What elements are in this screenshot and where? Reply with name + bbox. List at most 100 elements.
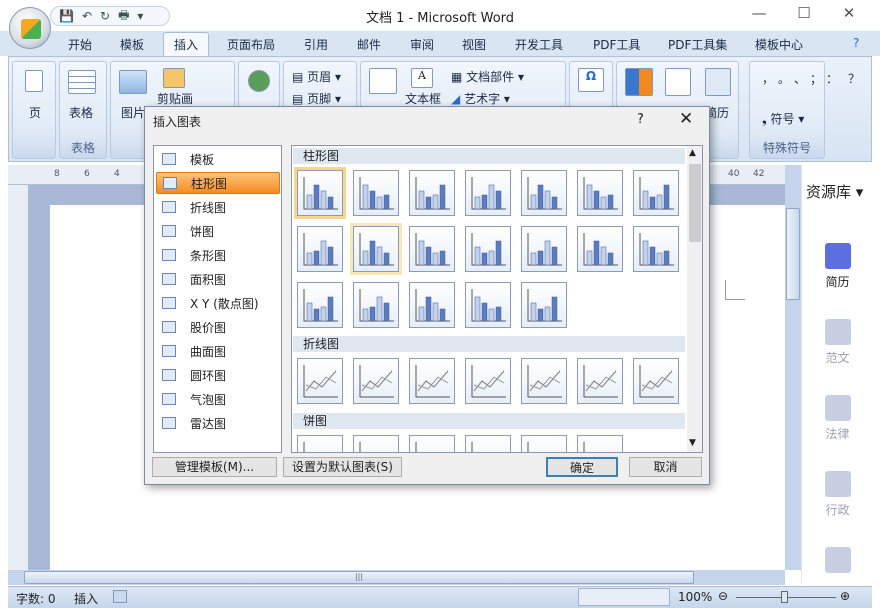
chart-category-item[interactable]: X Y (散点图) <box>156 292 280 314</box>
macro-icon[interactable] <box>113 590 127 603</box>
sidebar-item-law[interactable]: 法律 <box>802 395 873 442</box>
cancel-button[interactable]: 取消 <box>629 457 702 477</box>
tab-mailings[interactable]: 邮件 <box>357 36 381 53</box>
chart-type-thumbnail[interactable] <box>521 282 567 328</box>
chart-type-thumbnail[interactable] <box>409 226 455 272</box>
chart-type-thumbnail[interactable] <box>353 170 399 216</box>
chart-type-thumbnail[interactable] <box>577 435 623 452</box>
tab-template[interactable]: 模板 <box>120 36 144 53</box>
chart-type-thumbnail[interactable] <box>409 435 455 452</box>
chart-type-thumbnail[interactable] <box>521 358 567 404</box>
tab-review[interactable]: 审阅 <box>410 36 434 53</box>
scroll-up-icon[interactable]: ▲ <box>689 148 696 158</box>
tab-view[interactable]: 视图 <box>462 36 486 53</box>
chart-type-thumbnail[interactable] <box>297 435 343 452</box>
chart-category-item[interactable]: 饼图 <box>156 220 280 242</box>
chart-type-thumbnail[interactable] <box>409 282 455 328</box>
chart-type-thumbnail[interactable] <box>353 282 399 328</box>
insert-mode[interactable]: 插入 <box>74 590 98 607</box>
minimize-button[interactable]: — <box>744 4 774 22</box>
chart-type-thumbnail[interactable] <box>577 358 623 404</box>
tab-references[interactable]: 引用 <box>304 36 328 53</box>
chart-type-thumbnail[interactable] <box>577 226 623 272</box>
sidebar-item-more[interactable] <box>802 547 873 577</box>
chart-type-thumbnail[interactable] <box>465 282 511 328</box>
gallery-scroll-thumb[interactable] <box>689 164 701 242</box>
chart-type-thumbnail[interactable] <box>297 170 343 216</box>
chart-thumb-icon <box>527 365 562 398</box>
chart-type-thumbnail[interactable] <box>465 226 511 272</box>
zoom-slider-thumb[interactable] <box>781 591 788 603</box>
doc-parts-button[interactable]: ▦ 文档部件 ▾ <box>451 68 524 85</box>
view-buttons[interactable] <box>578 588 670 606</box>
tab-developer[interactable]: 开发工具 <box>515 36 563 53</box>
scroll-down-icon[interactable]: ▼ <box>689 438 696 448</box>
chart-type-thumbnail[interactable] <box>297 226 343 272</box>
chart-category-item[interactable]: 条形图 <box>156 244 280 266</box>
page-button[interactable]: 页 <box>29 104 41 121</box>
chart-category-item[interactable]: 曲面图 <box>156 340 280 362</box>
zoom-level[interactable]: 100% <box>678 590 712 604</box>
tab-pdf-tools[interactable]: PDF工具 <box>593 36 640 53</box>
footer-button[interactable]: ▤ 页脚 ▾ <box>292 90 341 107</box>
punctuation-buttons[interactable]: ，。、；：？ <box>762 70 860 87</box>
sidebar-item-resume[interactable]: 简历 <box>802 243 873 290</box>
chart-category-item[interactable]: 雷达图 <box>156 412 280 434</box>
chart-type-thumbnail[interactable] <box>465 358 511 404</box>
clipart-button[interactable]: 剪贴画 <box>157 90 193 107</box>
chart-category-item[interactable]: 柱形图 <box>156 172 280 194</box>
sidebar-item-admin[interactable]: 行政 <box>802 471 873 518</box>
chart-type-thumbnail[interactable] <box>353 226 399 272</box>
ok-button[interactable]: 确定 <box>546 457 618 477</box>
chart-type-thumbnail[interactable] <box>297 282 343 328</box>
dialog-help-button[interactable]: ? <box>637 112 644 127</box>
dialog-close-button[interactable]: ✕ <box>679 109 693 129</box>
sidebar-item-samples[interactable]: 范文 <box>802 319 873 366</box>
chart-type-thumbnail[interactable] <box>633 170 679 216</box>
chart-type-thumbnail[interactable] <box>521 226 567 272</box>
tab-insert[interactable]: 插入 <box>163 32 210 57</box>
chart-type-thumbnail[interactable] <box>353 358 399 404</box>
header-button[interactable]: ▤ 页眉 ▾ <box>292 68 341 85</box>
tab-page-layout[interactable]: 页面布局 <box>227 36 275 53</box>
chart-category-item[interactable]: 气泡图 <box>156 388 280 410</box>
chart-type-thumbnail[interactable] <box>633 358 679 404</box>
tab-pdf-toolset[interactable]: PDF工具集 <box>668 36 727 53</box>
maximize-button[interactable]: ☐ <box>789 4 819 22</box>
chart-category-item[interactable]: 折线图 <box>156 196 280 218</box>
manage-templates-button[interactable]: 管理模板(M)... <box>152 457 277 477</box>
chart-category-item[interactable]: 股价图 <box>156 316 280 338</box>
set-default-chart-button[interactable]: 设置为默认图表(S) <box>283 457 402 477</box>
chart-type-thumbnail[interactable] <box>521 435 567 452</box>
chart-category-item[interactable]: 模板 <box>156 148 280 170</box>
vertical-scroll-thumb[interactable] <box>786 208 800 300</box>
chart-category-label: 雷达图 <box>190 416 227 431</box>
help-icon[interactable]: ? <box>853 36 859 50</box>
chart-type-thumbnail[interactable] <box>465 170 511 216</box>
chart-category-item[interactable]: 圆环图 <box>156 364 280 386</box>
chart-type-thumbnail[interactable] <box>465 435 511 452</box>
chart-category-item[interactable]: 面积图 <box>156 268 280 290</box>
picture-button[interactable]: 图片 <box>121 104 145 121</box>
zoom-out-button[interactable]: ⊖ <box>718 589 728 603</box>
tab-template-center[interactable]: 模板中心 <box>755 36 803 53</box>
table-button[interactable]: 表格 <box>69 104 93 121</box>
textbox-button[interactable]: 文本框 <box>405 90 441 107</box>
chart-type-thumbnail[interactable] <box>297 358 343 404</box>
tab-home[interactable]: 开始 <box>68 36 92 53</box>
zoom-in-button[interactable]: ⊕ <box>840 589 850 603</box>
horizontal-scroll-thumb[interactable]: ||| <box>24 571 694 584</box>
chart-type-thumbnail[interactable] <box>353 435 399 452</box>
chart-type-thumbnail[interactable] <box>633 226 679 272</box>
special-symbol-button[interactable]: ❟ 符号 ▾ <box>762 110 804 127</box>
word-count[interactable]: 字数: 0 <box>16 590 56 607</box>
chart-type-thumbnail[interactable] <box>409 170 455 216</box>
chart-type-thumbnail[interactable] <box>409 358 455 404</box>
chart-type-thumbnail[interactable] <box>577 170 623 216</box>
office-button[interactable] <box>9 7 51 49</box>
close-button[interactable]: ✕ <box>834 4 864 22</box>
chart-type-thumbnail[interactable] <box>521 170 567 216</box>
resource-library-dropdown[interactable]: 资源库 ▾ <box>806 181 863 202</box>
gallery-scrollbar[interactable]: ▲ ▼ <box>687 146 702 452</box>
wordart-button[interactable]: ◢ 艺术字 ▾ <box>451 90 510 107</box>
